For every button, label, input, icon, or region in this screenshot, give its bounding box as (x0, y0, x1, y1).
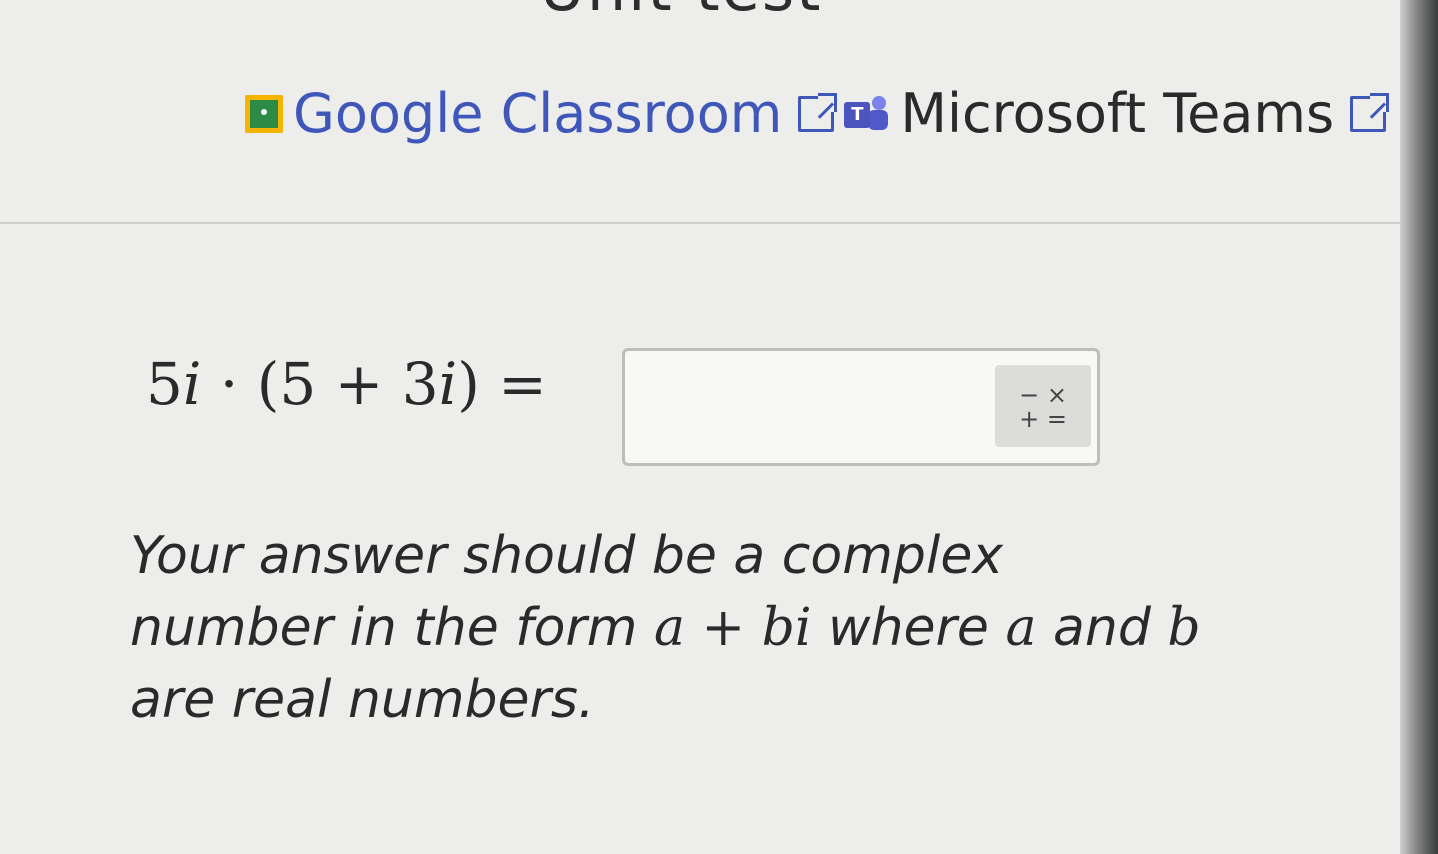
instructions-text: and (1036, 598, 1168, 658)
external-link-icon[interactable] (1350, 92, 1390, 132)
form-expression: a + bi (653, 598, 812, 658)
answer-instructions: Your answer should be a complex number i… (130, 520, 1220, 736)
math-keypad-button[interactable]: − × + = (995, 365, 1091, 447)
instructions-text: are real numbers. (130, 670, 595, 730)
microsoft-teams-link[interactable]: Microsoft Teams (900, 82, 1334, 145)
page: Unit test Google Classroom T Microsoft T… (0, 0, 1400, 854)
microsoft-teams-icon[interactable]: T (844, 94, 890, 134)
answer-input[interactable] (625, 351, 995, 463)
divider (0, 222, 1400, 224)
plus-symbol: + (1019, 405, 1040, 433)
problem-row: 5𝑖 · (5 + 3𝑖) = (146, 350, 547, 418)
external-link-icon[interactable] (798, 92, 838, 132)
google-classroom-icon[interactable] (245, 94, 283, 133)
share-links: Google Classroom T Microsoft Teams (245, 82, 1390, 145)
problem-equation: 5𝑖 · (5 + 3𝑖) = (146, 350, 547, 418)
instructions-text: where (811, 598, 1006, 658)
equals-symbol: = (1046, 405, 1067, 433)
variable-a: a (1005, 598, 1037, 658)
answer-field[interactable]: − × + = (622, 348, 1100, 466)
page-title: Unit test (0, 0, 1362, 25)
variable-b: b (1167, 598, 1201, 658)
screen-bezel (1400, 0, 1438, 854)
google-classroom-link[interactable]: Google Classroom (293, 82, 782, 145)
